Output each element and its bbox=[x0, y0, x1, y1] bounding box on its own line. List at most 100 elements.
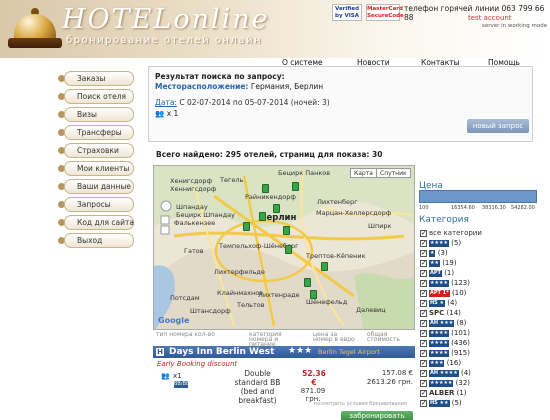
sidebar-item-hotel-search[interactable]: Поиск отеля bbox=[64, 89, 134, 104]
map-label: Трептов-Кёпеник bbox=[306, 252, 366, 260]
hotel-map-marker[interactable] bbox=[283, 226, 290, 235]
sidebar-item-transfers[interactable]: Трансферы bbox=[64, 125, 134, 140]
room-guests: x1 bbox=[173, 372, 182, 380]
sidebar-item-requests[interactable]: Запросы bbox=[64, 197, 134, 212]
price-tick: 54282.00 bbox=[511, 205, 535, 211]
map-label: Тельтов bbox=[237, 301, 265, 309]
map-label: Шёнефельд bbox=[306, 298, 348, 306]
sidebar-item-logout[interactable]: Выход bbox=[64, 233, 134, 248]
category-filter-item[interactable]: ★★ (19) bbox=[420, 258, 457, 268]
map-label: Марцан-Хеллерсдорф bbox=[316, 209, 392, 217]
checkbox[interactable] bbox=[420, 298, 427, 308]
room-type: Double standard BB (bed and breakfast) bbox=[234, 369, 281, 405]
hotel-map-marker[interactable] bbox=[321, 262, 328, 271]
hotel-map-marker[interactable] bbox=[273, 204, 280, 213]
sidebar-item-orders[interactable]: Заказы bbox=[64, 71, 134, 86]
sort-room-cost[interactable]: цена за номер в евро bbox=[313, 332, 355, 343]
checkbox[interactable] bbox=[420, 398, 427, 408]
category-filter-item[interactable]: AH ★★★ (8) bbox=[420, 318, 466, 328]
results-map[interactable]: Карта Спутник Бецирк Панков Хенигсдорф Х… bbox=[153, 165, 415, 330]
price-range-slider[interactable] bbox=[419, 190, 537, 203]
site-tagline: бронирование отелей онлайн bbox=[66, 35, 263, 46]
meal-badge: BB/BB bbox=[174, 381, 190, 388]
checkbox[interactable] bbox=[420, 258, 427, 268]
checkbox[interactable] bbox=[420, 228, 427, 238]
checkbox[interactable] bbox=[420, 248, 427, 258]
checkbox[interactable] bbox=[420, 288, 427, 298]
total-price-uah: 2613.26 грн. bbox=[366, 378, 413, 386]
category-filter-item[interactable]: AH ★★★★ (4) bbox=[420, 368, 471, 378]
category-filter-item[interactable]: ★★★★ (5) bbox=[420, 238, 461, 248]
category-filter-item[interactable]: ★★★★ (101) bbox=[420, 328, 470, 338]
hotel-name[interactable]: Days Inn Berlin West bbox=[169, 347, 274, 357]
category-filter-item[interactable]: ★★★★ (436) bbox=[420, 338, 470, 348]
hotel-map-marker[interactable] bbox=[259, 212, 266, 221]
category-filter-item[interactable]: APT 1* (10) bbox=[420, 288, 466, 298]
category-filter-item[interactable]: ★★★★ (123) bbox=[420, 278, 470, 288]
hotel-info-icon[interactable]: H bbox=[156, 348, 164, 356]
category-filter-item[interactable]: все категории bbox=[420, 228, 482, 238]
hotel-title-bar[interactable]: H Days Inn Berlin West ★★★ Berlin Tegel … bbox=[153, 346, 415, 358]
room-guests-icon: 👥 bbox=[161, 372, 170, 380]
checkbox[interactable] bbox=[420, 268, 427, 278]
booking-conditions-link[interactable]: посмотреть условия бронирования bbox=[314, 401, 407, 407]
sort-total[interactable]: общая стоимость bbox=[367, 332, 415, 343]
test-account-label: test account bbox=[468, 14, 512, 22]
category-filter-item[interactable]: ★ (3) bbox=[420, 248, 448, 258]
price-tick: 100 bbox=[419, 205, 429, 211]
checkbox[interactable] bbox=[420, 368, 427, 378]
hotel-map-marker[interactable] bbox=[285, 245, 292, 254]
category-filter-item[interactable]: ALBER (1) bbox=[420, 388, 467, 398]
guests-icon: 👥 bbox=[155, 109, 165, 118]
map-label: Райникендорф bbox=[245, 193, 296, 201]
new-search-button[interactable]: новый запрос bbox=[467, 119, 529, 133]
sidebar-item-my-clients[interactable]: Мои клиенты bbox=[64, 161, 134, 176]
map-label: Гатов bbox=[184, 247, 204, 255]
map-label: Бецирк Шпандау bbox=[176, 211, 235, 219]
map-label: Лихтерфельде bbox=[214, 268, 265, 276]
category-filter-item[interactable]: HS ★★ (5) bbox=[420, 398, 462, 408]
hotel-map-marker[interactable] bbox=[292, 182, 299, 191]
site-logo[interactable]: HOTELonline bbox=[62, 4, 270, 35]
checkbox[interactable] bbox=[420, 338, 427, 348]
category-filter-item[interactable]: HS ★ (4) bbox=[420, 298, 457, 308]
discount-label: Early Booking discount bbox=[157, 360, 238, 368]
map-type-satellite-tab[interactable]: Спутник bbox=[376, 168, 411, 178]
checkbox[interactable] bbox=[420, 378, 427, 388]
hotel-map-marker[interactable] bbox=[262, 184, 269, 193]
checkbox[interactable] bbox=[420, 348, 427, 358]
checkbox[interactable] bbox=[420, 308, 427, 318]
google-logo: Google bbox=[158, 316, 190, 325]
sort-room-category[interactable]: категория номера и питание bbox=[249, 332, 304, 348]
price-tick: 38316.30 bbox=[482, 205, 506, 211]
hotel-map-marker[interactable] bbox=[310, 290, 317, 299]
category-filter-item[interactable]: ★★★★ (915) bbox=[420, 348, 470, 358]
checkbox[interactable] bbox=[420, 388, 427, 398]
map-label: Шпандау bbox=[176, 203, 208, 211]
book-button[interactable]: забронировать bbox=[341, 411, 413, 420]
checkbox[interactable] bbox=[420, 358, 427, 368]
sort-room-type[interactable]: тип номера кол-во bbox=[156, 332, 216, 338]
category-filter-item[interactable]: ★★★ (16) bbox=[420, 358, 461, 368]
category-filter-item[interactable]: SPC (14) bbox=[420, 308, 461, 318]
sidebar-item-your-data[interactable]: Ваши данные bbox=[64, 179, 134, 194]
mastercard-securecode-badge: MasterCard SecureCode bbox=[366, 4, 404, 21]
map-type-map-tab[interactable]: Карта bbox=[350, 168, 377, 178]
hotel-map-marker[interactable] bbox=[304, 278, 311, 287]
checkbox[interactable] bbox=[420, 238, 427, 248]
category-filter-item[interactable]: ★★★★★ (32) bbox=[420, 378, 470, 388]
location-label: Месторасположение: bbox=[155, 82, 249, 91]
map-label: Бецирк Панков bbox=[278, 169, 331, 177]
map-label: Тегель bbox=[220, 176, 244, 184]
category-filter-item[interactable]: APT (1) bbox=[420, 268, 454, 278]
sidebar-item-insurance[interactable]: Страховки bbox=[64, 143, 134, 158]
map-label: Потсдам bbox=[170, 294, 200, 302]
checkbox[interactable] bbox=[420, 318, 427, 328]
room-price-eur: 52.36 € bbox=[302, 369, 326, 387]
hotel-location: Berlin Tegel Airport bbox=[318, 348, 381, 356]
sidebar-item-visas[interactable]: Визы bbox=[64, 107, 134, 122]
checkbox[interactable] bbox=[420, 328, 427, 338]
sidebar-item-site-code[interactable]: Код для сайта bbox=[64, 215, 134, 230]
hotel-map-marker[interactable] bbox=[243, 222, 250, 231]
checkbox[interactable] bbox=[420, 278, 427, 288]
